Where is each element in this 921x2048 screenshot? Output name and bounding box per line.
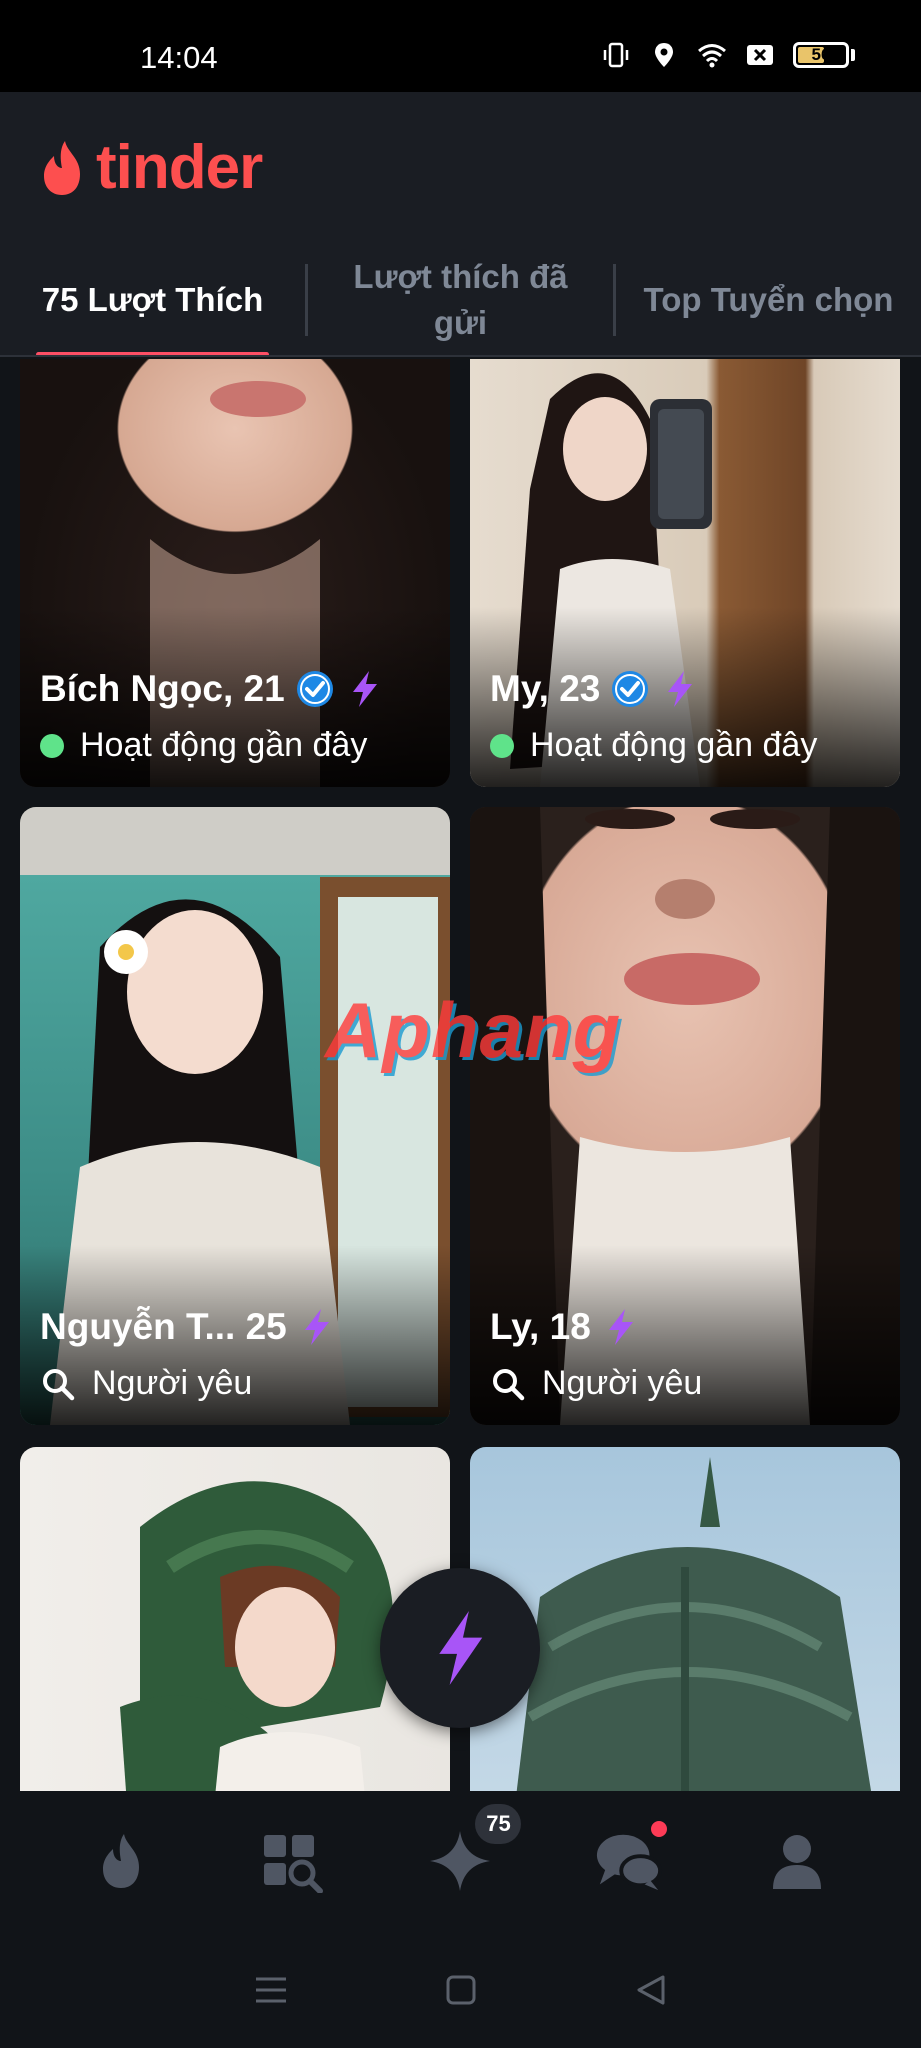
vibrate-icon bbox=[603, 42, 629, 68]
nav-messages[interactable] bbox=[594, 1818, 670, 1896]
card-status-text: Người yêu bbox=[92, 1364, 253, 1402]
card-name: Nguyễn T... 25 bbox=[40, 1306, 434, 1348]
card-name: My, 23 bbox=[490, 668, 884, 710]
card-status: Hoạt động gần đây bbox=[490, 726, 884, 765]
status-bar: 14:04 56 bbox=[0, 0, 921, 92]
home-square-icon bbox=[446, 1975, 475, 2004]
location-icon bbox=[655, 43, 673, 67]
online-dot-icon bbox=[490, 733, 514, 758]
profile-card[interactable]: Nguyễn T... 25 Người yêu bbox=[20, 807, 450, 1425]
logo-text: tinder bbox=[96, 133, 263, 202]
boost-icon bbox=[352, 671, 377, 707]
card-name: Bích Ngọc, 21 bbox=[40, 668, 434, 710]
flame-icon bbox=[103, 1834, 140, 1888]
likes-count-badge: 75 bbox=[475, 1804, 522, 1844]
battery-level: 56 bbox=[811, 45, 831, 64]
battery-indicator: 56 bbox=[793, 42, 855, 68]
boost-icon bbox=[439, 1610, 483, 1686]
back-button[interactable] bbox=[631, 1970, 671, 2010]
tab-top-picks[interactable]: Top Tuyển chọn bbox=[616, 242, 921, 357]
status-time: 14:04 bbox=[140, 40, 218, 75]
menu-icon bbox=[255, 1977, 286, 2002]
close-box-icon bbox=[747, 45, 773, 65]
header-divider bbox=[0, 355, 921, 357]
card-name-text: Ly, 18 bbox=[490, 1306, 591, 1347]
tab-likes[interactable]: 75 Lượt Thích bbox=[0, 242, 305, 357]
profile-card[interactable]: My, 23 Hoạt động gần đây bbox=[470, 359, 900, 787]
new-message-dot bbox=[647, 1818, 670, 1840]
nav-profile[interactable] bbox=[762, 1826, 832, 1896]
watermark: Aphang bbox=[325, 986, 622, 1074]
search-icon bbox=[43, 1368, 75, 1400]
back-triangle-icon bbox=[637, 1975, 664, 2004]
card-status: Hoạt động gần đây bbox=[40, 726, 434, 765]
card-status-text: Hoạt động gần đây bbox=[80, 726, 368, 764]
nav-discover[interactable] bbox=[89, 1826, 159, 1896]
card-status: Người yêu bbox=[40, 1364, 434, 1403]
nav-explore[interactable] bbox=[257, 1826, 327, 1896]
verified-icon bbox=[296, 671, 333, 707]
app-header: tinder 75 Lượt Thích Lượt thích đã gửi T… bbox=[0, 92, 921, 357]
card-status-text: Người yêu bbox=[542, 1364, 703, 1402]
boost-button[interactable] bbox=[380, 1568, 540, 1728]
profile-card[interactable]: Ly, 18 Người yêu bbox=[470, 807, 900, 1425]
boost-icon bbox=[304, 1309, 329, 1345]
flame-logo-icon bbox=[44, 140, 80, 195]
card-name-text: Nguyễn T... 25 bbox=[40, 1306, 287, 1347]
menu-button[interactable] bbox=[251, 1970, 291, 2010]
explore-icon bbox=[264, 1835, 324, 1893]
profile-icon bbox=[772, 1835, 821, 1889]
boost-icon bbox=[668, 671, 693, 707]
nav-likes[interactable]: 75 bbox=[425, 1804, 522, 1896]
verified-icon bbox=[612, 671, 649, 707]
card-name: Ly, 18 bbox=[490, 1306, 884, 1348]
card-name-text: Bích Ngọc, 21 bbox=[40, 668, 285, 709]
likes-tabs: 75 Lượt Thích Lượt thích đã gửi Top Tuyể… bbox=[0, 242, 921, 357]
system-navigation bbox=[0, 1931, 921, 2048]
tinder-logo[interactable]: tinder bbox=[40, 132, 263, 203]
online-dot-icon bbox=[40, 733, 64, 758]
boost-icon bbox=[608, 1309, 633, 1345]
wifi-icon bbox=[698, 44, 726, 68]
card-status: Người yêu bbox=[490, 1364, 884, 1403]
search-icon bbox=[493, 1368, 525, 1400]
status-icons: 56 bbox=[601, 40, 855, 70]
card-name-text: My, 23 bbox=[490, 668, 601, 709]
bottom-navigation: 75 bbox=[0, 1791, 921, 1931]
card-status-text: Hoạt động gần đây bbox=[530, 726, 818, 764]
home-button[interactable] bbox=[441, 1970, 481, 2010]
tab-likes-sent[interactable]: Lượt thích đã gửi bbox=[308, 242, 613, 357]
profile-card[interactable]: Bích Ngọc, 21 Hoạt động gần đây bbox=[20, 359, 450, 787]
